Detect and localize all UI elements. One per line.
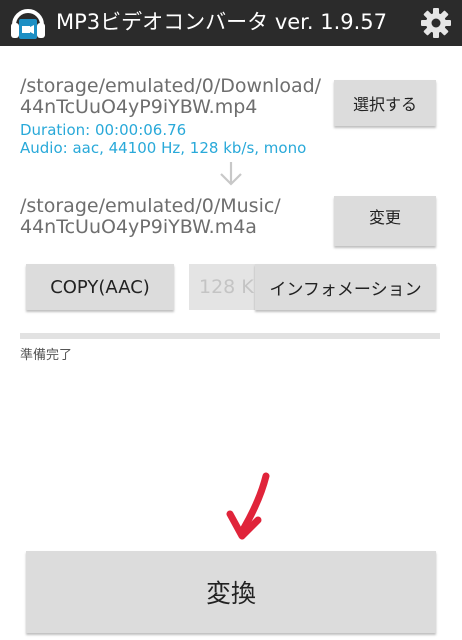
- source-path-line1: /storage/emulated/0/Download/: [20, 75, 322, 97]
- status-text: 準備完了: [20, 348, 73, 363]
- output-path-line2: 44nTcUuO4yP9iYBW.m4a: [20, 216, 257, 238]
- arrow-down-icon: [220, 162, 242, 186]
- app-title: MP3ビデオコンバータ ver. 1.9.57: [56, 10, 388, 34]
- change-output-button[interactable]: 変更: [334, 196, 436, 246]
- select-file-button[interactable]: 選択する: [334, 80, 436, 126]
- headphones-video-icon: [11, 9, 45, 39]
- source-audio-info: Audio: aac, 44100 Hz, 128 kb/s, mono: [20, 139, 307, 157]
- convert-button[interactable]: 変換: [26, 551, 436, 633]
- source-duration: Duration: 00:00:06.76: [20, 121, 187, 139]
- progress-bar: [20, 333, 440, 339]
- annotation-arrow-icon: [226, 472, 270, 540]
- gear-icon[interactable]: [420, 7, 452, 39]
- bitrate-field[interactable]: 128 K: [189, 264, 261, 310]
- information-button[interactable]: インフォメーション: [255, 264, 436, 310]
- codec-button[interactable]: COPY(AAC): [26, 264, 174, 310]
- source-path-line2: 44nTcUuO4yP9iYBW.mp4: [20, 96, 258, 118]
- output-path-line1: /storage/emulated/0/Music/: [20, 195, 281, 217]
- app-bar: MP3ビデオコンバータ ver. 1.9.57: [0, 0, 462, 46]
